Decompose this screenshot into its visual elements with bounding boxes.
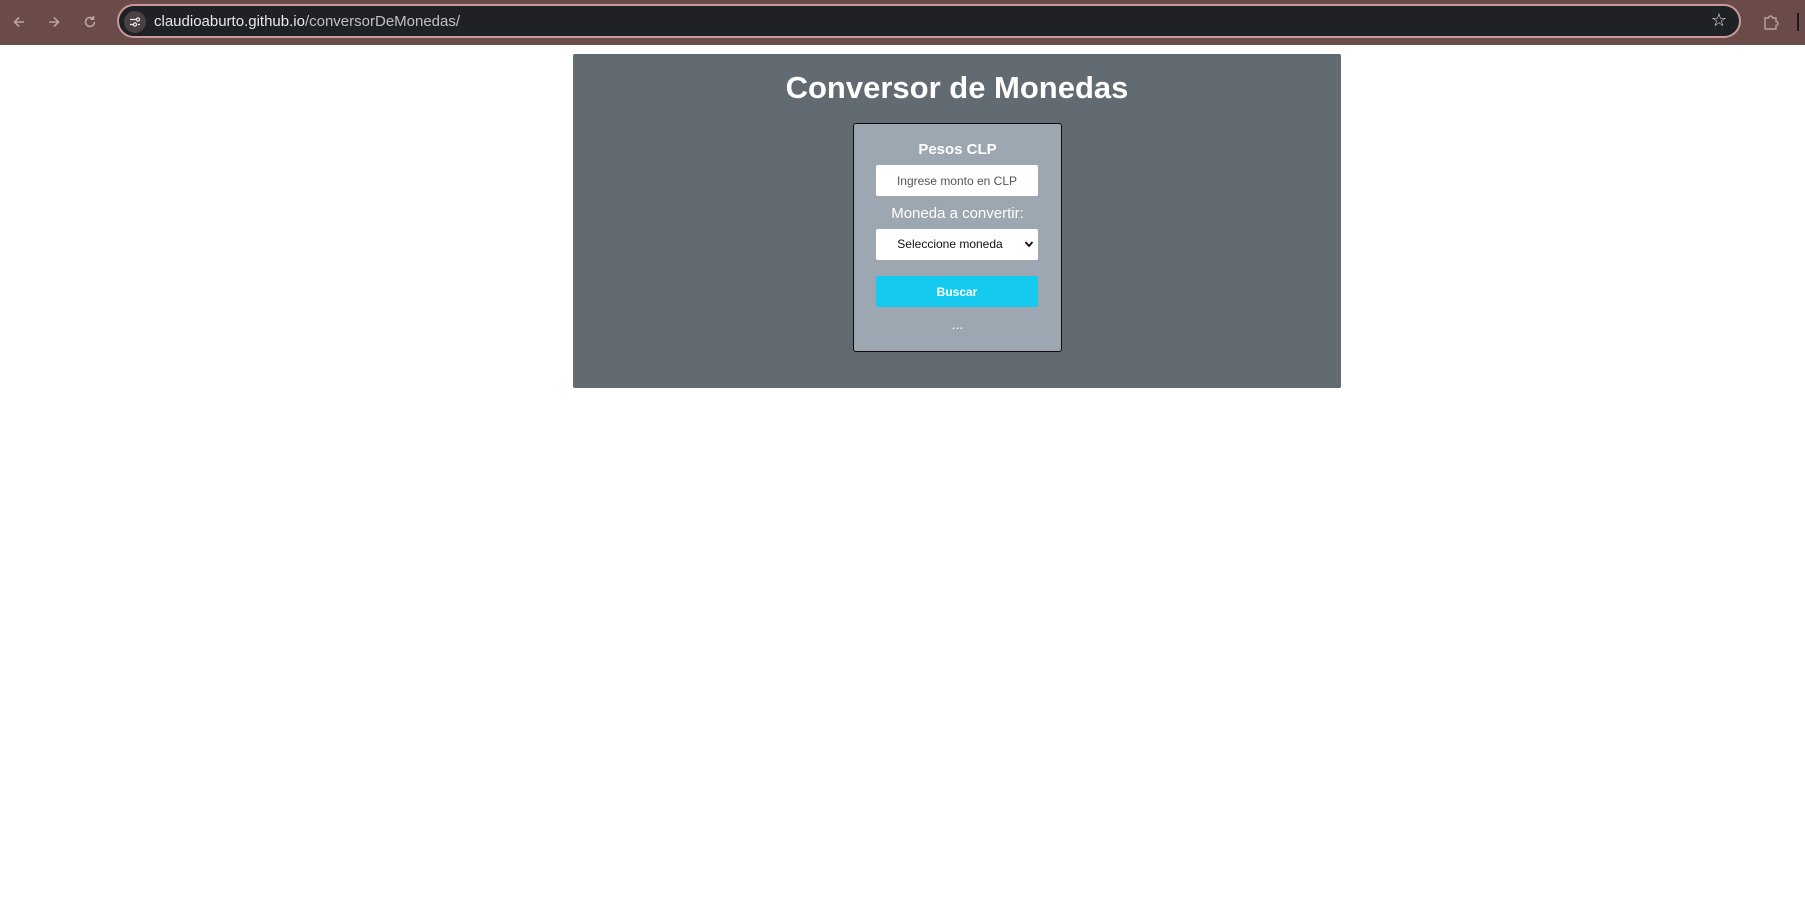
url-path: /conversorDeMonedas/	[304, 13, 461, 30]
reload-icon[interactable]	[77, 9, 103, 35]
browser-toolbar: claudioaburto.github.io/conversorDeMoned…	[0, 0, 1805, 45]
converter-card: Pesos CLP Moneda a convertir: Seleccione…	[853, 123, 1062, 352]
page-title: Conversor de Monedas	[785, 70, 1129, 105]
address-bar[interactable]: claudioaburto.github.io/conversorDeMoned…	[117, 4, 1741, 38]
result-text: ...	[951, 316, 964, 332]
currency-select[interactable]: Seleccione moneda	[876, 229, 1038, 260]
currency-select-value: Seleccione moneda	[897, 237, 1003, 251]
bookmark-star-icon[interactable]: ☆	[1711, 10, 1727, 31]
page-content: Conversor de Monedas Pesos CLP Moneda a …	[0, 45, 1805, 905]
search-button[interactable]: Buscar	[876, 276, 1038, 307]
pesos-label: Pesos CLP	[918, 141, 997, 158]
url-host: claudioaburto.github.io	[154, 13, 305, 30]
chevron-down-icon	[1024, 241, 1034, 248]
site-info-icon[interactable]	[124, 11, 146, 33]
currency-label: Moneda a convertir:	[891, 205, 1024, 222]
url-text: claudioaburto.github.io/conversorDeMoned…	[154, 13, 460, 30]
extensions-icon[interactable]	[1758, 9, 1784, 35]
amount-input[interactable]	[876, 165, 1038, 196]
converter-panel: Conversor de Monedas Pesos CLP Moneda a …	[573, 54, 1341, 388]
forward-arrow-icon[interactable]	[41, 9, 67, 35]
window-edge	[1797, 13, 1799, 31]
back-arrow-icon[interactable]	[6, 9, 32, 35]
